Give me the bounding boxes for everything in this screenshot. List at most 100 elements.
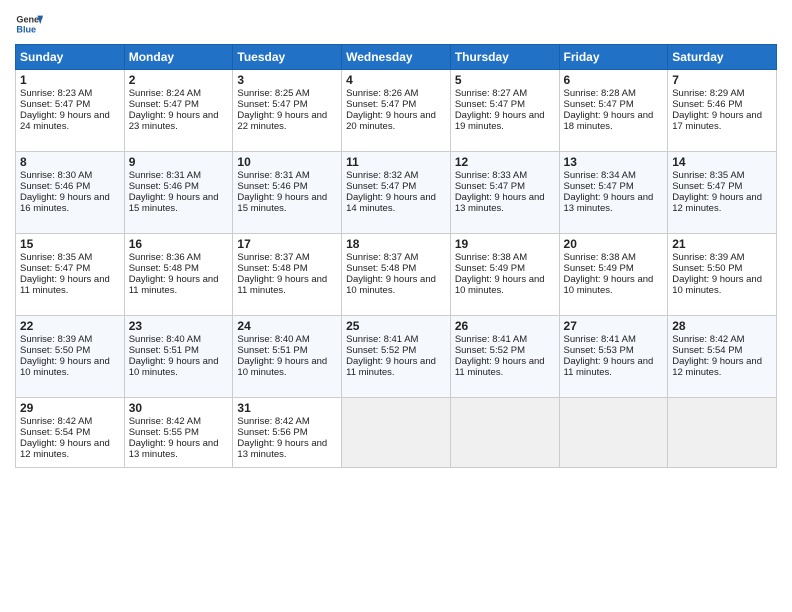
- calendar-cell: [559, 398, 668, 468]
- sunset-label: Sunset: 5:48 PM: [129, 263, 199, 274]
- day-number: 6: [564, 73, 664, 87]
- sunset-label: Sunset: 5:47 PM: [237, 99, 307, 110]
- day-number: 18: [346, 237, 446, 251]
- sunset-label: Sunset: 5:47 PM: [672, 181, 742, 192]
- sunrise-label: Sunrise: 8:42 AM: [129, 416, 201, 427]
- daylight-label: Daylight: 9 hours and 10 minutes.: [672, 274, 762, 296]
- calendar-cell: 2Sunrise: 8:24 AMSunset: 5:47 PMDaylight…: [124, 70, 233, 152]
- calendar-cell: 9Sunrise: 8:31 AMSunset: 5:46 PMDaylight…: [124, 152, 233, 234]
- sunrise-label: Sunrise: 8:24 AM: [129, 88, 201, 99]
- daylight-label: Daylight: 9 hours and 12 minutes.: [20, 438, 110, 460]
- daylight-label: Daylight: 9 hours and 20 minutes.: [346, 110, 436, 132]
- calendar-cell: 27Sunrise: 8:41 AMSunset: 5:53 PMDayligh…: [559, 316, 668, 398]
- sunrise-label: Sunrise: 8:31 AM: [129, 170, 201, 181]
- sunset-label: Sunset: 5:56 PM: [237, 427, 307, 438]
- sunrise-label: Sunrise: 8:35 AM: [20, 252, 92, 263]
- calendar-cell: 4Sunrise: 8:26 AMSunset: 5:47 PMDaylight…: [342, 70, 451, 152]
- col-header-tuesday: Tuesday: [233, 45, 342, 70]
- sunset-label: Sunset: 5:48 PM: [237, 263, 307, 274]
- sunrise-label: Sunrise: 8:34 AM: [564, 170, 636, 181]
- sunset-label: Sunset: 5:46 PM: [20, 181, 90, 192]
- sunset-label: Sunset: 5:46 PM: [237, 181, 307, 192]
- day-number: 7: [672, 73, 772, 87]
- day-number: 31: [237, 401, 337, 415]
- calendar-cell: [450, 398, 559, 468]
- day-number: 23: [129, 319, 229, 333]
- sunrise-label: Sunrise: 8:30 AM: [20, 170, 92, 181]
- page-container: General Blue SundayMondayTuesdayWednesda…: [0, 0, 792, 478]
- daylight-label: Daylight: 9 hours and 23 minutes.: [129, 110, 219, 132]
- calendar-cell: 20Sunrise: 8:38 AMSunset: 5:49 PMDayligh…: [559, 234, 668, 316]
- day-number: 24: [237, 319, 337, 333]
- sunrise-label: Sunrise: 8:42 AM: [20, 416, 92, 427]
- sunset-label: Sunset: 5:55 PM: [129, 427, 199, 438]
- day-number: 21: [672, 237, 772, 251]
- calendar-cell: 6Sunrise: 8:28 AMSunset: 5:47 PMDaylight…: [559, 70, 668, 152]
- col-header-wednesday: Wednesday: [342, 45, 451, 70]
- calendar-cell: 18Sunrise: 8:37 AMSunset: 5:48 PMDayligh…: [342, 234, 451, 316]
- daylight-label: Daylight: 9 hours and 10 minutes.: [346, 274, 436, 296]
- day-number: 12: [455, 155, 555, 169]
- sunset-label: Sunset: 5:53 PM: [564, 345, 634, 356]
- calendar-cell: 1Sunrise: 8:23 AMSunset: 5:47 PMDaylight…: [16, 70, 125, 152]
- calendar-cell: 31Sunrise: 8:42 AMSunset: 5:56 PMDayligh…: [233, 398, 342, 468]
- daylight-label: Daylight: 9 hours and 12 minutes.: [672, 192, 762, 214]
- calendar-cell: 19Sunrise: 8:38 AMSunset: 5:49 PMDayligh…: [450, 234, 559, 316]
- daylight-label: Daylight: 9 hours and 11 minutes.: [129, 274, 219, 296]
- day-number: 3: [237, 73, 337, 87]
- sunset-label: Sunset: 5:46 PM: [129, 181, 199, 192]
- sunrise-label: Sunrise: 8:37 AM: [346, 252, 418, 263]
- daylight-label: Daylight: 9 hours and 13 minutes.: [237, 438, 327, 460]
- daylight-label: Daylight: 9 hours and 10 minutes.: [455, 274, 545, 296]
- sunrise-label: Sunrise: 8:23 AM: [20, 88, 92, 99]
- calendar-cell: 7Sunrise: 8:29 AMSunset: 5:46 PMDaylight…: [668, 70, 777, 152]
- day-number: 16: [129, 237, 229, 251]
- day-number: 19: [455, 237, 555, 251]
- sunrise-label: Sunrise: 8:41 AM: [455, 334, 527, 345]
- col-header-saturday: Saturday: [668, 45, 777, 70]
- col-header-thursday: Thursday: [450, 45, 559, 70]
- day-number: 26: [455, 319, 555, 333]
- sunrise-label: Sunrise: 8:36 AM: [129, 252, 201, 263]
- calendar-cell: [668, 398, 777, 468]
- sunset-label: Sunset: 5:47 PM: [564, 181, 634, 192]
- daylight-label: Daylight: 9 hours and 13 minutes.: [129, 438, 219, 460]
- calendar-cell: 16Sunrise: 8:36 AMSunset: 5:48 PMDayligh…: [124, 234, 233, 316]
- sunrise-label: Sunrise: 8:42 AM: [672, 334, 744, 345]
- daylight-label: Daylight: 9 hours and 19 minutes.: [455, 110, 545, 132]
- daylight-label: Daylight: 9 hours and 10 minutes.: [564, 274, 654, 296]
- calendar-cell: 13Sunrise: 8:34 AMSunset: 5:47 PMDayligh…: [559, 152, 668, 234]
- daylight-label: Daylight: 9 hours and 13 minutes.: [564, 192, 654, 214]
- calendar-cell: 25Sunrise: 8:41 AMSunset: 5:52 PMDayligh…: [342, 316, 451, 398]
- daylight-label: Daylight: 9 hours and 11 minutes.: [20, 274, 110, 296]
- sunrise-label: Sunrise: 8:27 AM: [455, 88, 527, 99]
- sunset-label: Sunset: 5:47 PM: [455, 99, 525, 110]
- col-header-friday: Friday: [559, 45, 668, 70]
- sunset-label: Sunset: 5:49 PM: [455, 263, 525, 274]
- sunrise-label: Sunrise: 8:29 AM: [672, 88, 744, 99]
- calendar-cell: 8Sunrise: 8:30 AMSunset: 5:46 PMDaylight…: [16, 152, 125, 234]
- sunset-label: Sunset: 5:47 PM: [20, 263, 90, 274]
- calendar-cell: 12Sunrise: 8:33 AMSunset: 5:47 PMDayligh…: [450, 152, 559, 234]
- col-header-sunday: Sunday: [16, 45, 125, 70]
- calendar-cell: 29Sunrise: 8:42 AMSunset: 5:54 PMDayligh…: [16, 398, 125, 468]
- sunrise-label: Sunrise: 8:31 AM: [237, 170, 309, 181]
- daylight-label: Daylight: 9 hours and 16 minutes.: [20, 192, 110, 214]
- sunrise-label: Sunrise: 8:40 AM: [129, 334, 201, 345]
- daylight-label: Daylight: 9 hours and 17 minutes.: [672, 110, 762, 132]
- calendar-cell: 10Sunrise: 8:31 AMSunset: 5:46 PMDayligh…: [233, 152, 342, 234]
- sunrise-label: Sunrise: 8:35 AM: [672, 170, 744, 181]
- calendar-week-2: 8Sunrise: 8:30 AMSunset: 5:46 PMDaylight…: [16, 152, 777, 234]
- day-number: 11: [346, 155, 446, 169]
- day-number: 5: [455, 73, 555, 87]
- sunset-label: Sunset: 5:47 PM: [564, 99, 634, 110]
- sunset-label: Sunset: 5:52 PM: [346, 345, 416, 356]
- sunset-label: Sunset: 5:51 PM: [237, 345, 307, 356]
- sunset-label: Sunset: 5:54 PM: [20, 427, 90, 438]
- calendar-cell: 23Sunrise: 8:40 AMSunset: 5:51 PMDayligh…: [124, 316, 233, 398]
- calendar-week-4: 22Sunrise: 8:39 AMSunset: 5:50 PMDayligh…: [16, 316, 777, 398]
- day-number: 8: [20, 155, 120, 169]
- day-number: 20: [564, 237, 664, 251]
- daylight-label: Daylight: 9 hours and 11 minutes.: [455, 356, 545, 378]
- daylight-label: Daylight: 9 hours and 24 minutes.: [20, 110, 110, 132]
